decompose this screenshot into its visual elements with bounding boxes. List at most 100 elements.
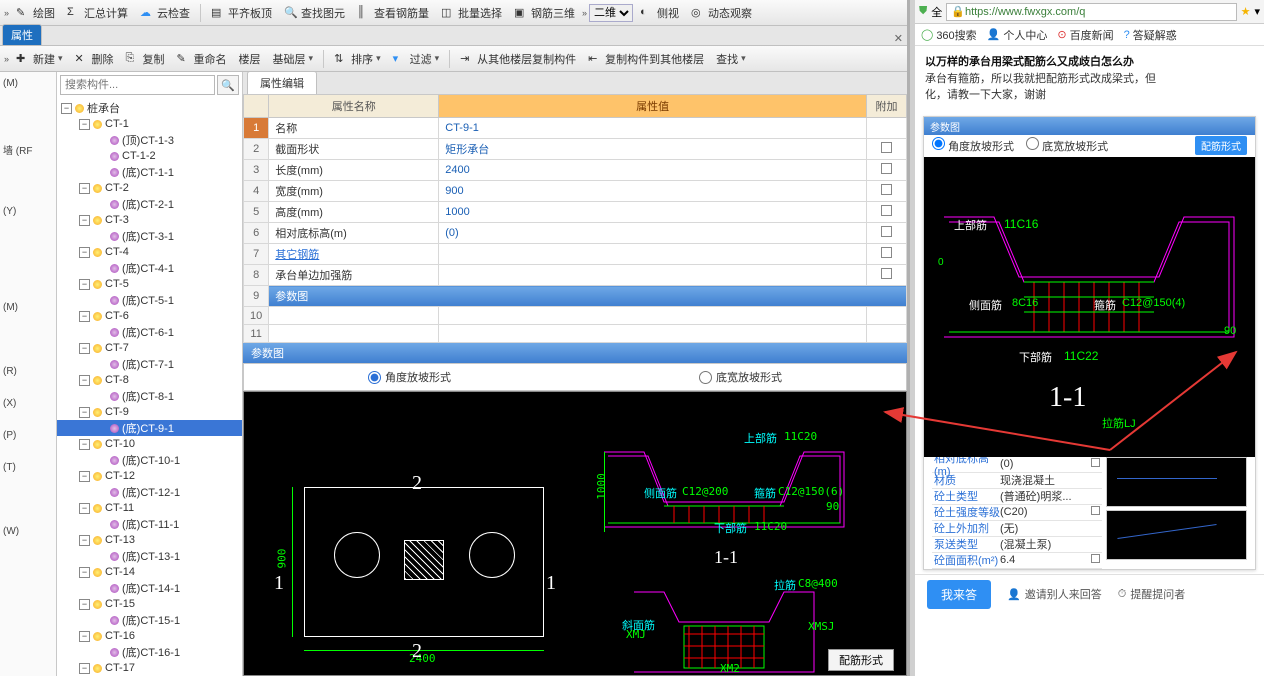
tree-node[interactable]: −CT-1 — [57, 116, 242, 132]
tree-leaf[interactable]: (底)CT-6-1 — [57, 324, 242, 340]
tree-leaf[interactable]: (底)CT-13-1 — [57, 548, 242, 564]
link-qa[interactable]: ?答疑解惑 — [1124, 27, 1177, 43]
btn-find[interactable]: 🔍查找图元 — [279, 2, 350, 24]
tree-node[interactable]: −CT-8 — [57, 372, 242, 388]
btn-orbit[interactable]: ◎动态观察 — [686, 2, 757, 24]
component-tree[interactable]: −桩承台−CT-1(顶)CT-1-3CT-1-2(底)CT-1-1−CT-2(底… — [57, 98, 242, 676]
cat-item[interactable]: (X) — [0, 396, 56, 428]
tree-leaf[interactable]: (底)CT-9-1 — [57, 420, 242, 436]
link-profile[interactable]: 👤个人中心 — [987, 27, 1048, 43]
tree-node[interactable]: −CT-7 — [57, 340, 242, 356]
tree-leaf[interactable]: (底)CT-1-1 — [57, 164, 242, 180]
btn-cloud[interactable]: ☁云检查 — [135, 2, 195, 24]
btn-sum[interactable]: Σ汇总计算 — [62, 2, 133, 24]
cat-item[interactable]: 墙 (RF — [0, 140, 56, 172]
prop-row[interactable]: 1名称CT-9-1 — [244, 118, 907, 139]
link-remind[interactable]: ⏱提醒提问者 — [1118, 586, 1186, 602]
r-radio-angle[interactable]: 角度放坡形式 — [932, 137, 1014, 154]
view-select[interactable]: 二维 — [589, 4, 633, 22]
thumb-1[interactable] — [1106, 457, 1247, 507]
r-prop-row[interactable]: 砼面面积(m²)6.4 — [932, 553, 1102, 569]
tree-leaf[interactable]: (底)CT-16-1 — [57, 644, 242, 660]
tab-property-edit[interactable]: 属性编辑 — [247, 72, 317, 94]
btn-answer[interactable]: 我来答 — [927, 580, 991, 609]
tab-close[interactable]: ✕ — [894, 32, 903, 45]
btn-align[interactable]: ▤平齐板顶 — [206, 2, 277, 24]
tree-node[interactable]: −CT-9 — [57, 404, 242, 420]
tree-node[interactable]: −CT-4 — [57, 244, 242, 260]
tree-node[interactable]: −CT-2 — [57, 180, 242, 196]
cat-item[interactable]: (Y) — [0, 204, 56, 236]
btn-del[interactable]: ✕删除 — [70, 48, 119, 70]
cat-item[interactable]: (W) — [0, 524, 56, 556]
r-prop-row[interactable]: 砼土强度等级(C20) — [932, 505, 1102, 521]
url-field[interactable]: 🔒 https://www.fwxgx.com/q — [946, 3, 1236, 21]
param-canvas[interactable]: 2400 900 2 2 1 1 矩形承台 — [243, 391, 907, 676]
link-360[interactable]: ◯360搜索 — [921, 27, 977, 43]
tree-node[interactable]: −CT-6 — [57, 308, 242, 324]
tree-root[interactable]: −桩承台 — [57, 100, 242, 116]
btn-draw[interactable]: ✎绘图 — [11, 2, 60, 24]
tree-leaf[interactable]: (底)CT-14-1 — [57, 580, 242, 596]
btn-3d[interactable]: ▣钢筋三维 — [509, 2, 580, 24]
tree-node[interactable]: −CT-10 — [57, 436, 242, 452]
tree-node[interactable]: −CT-17 — [57, 660, 242, 676]
search-input[interactable] — [60, 75, 215, 95]
tree-node[interactable]: −CT-11 — [57, 500, 242, 516]
floor-sel[interactable]: 基础层▾ — [268, 48, 319, 70]
toolbar-overflow2[interactable]: » — [582, 8, 587, 18]
r-radio-width[interactable]: 底宽放坡形式 — [1026, 137, 1108, 154]
tree-node[interactable]: −CT-3 — [57, 212, 242, 228]
tree-node[interactable]: −CT-13 — [57, 532, 242, 548]
cat-item[interactable]: (T) — [0, 460, 56, 492]
search-button[interactable]: 🔍 — [217, 75, 239, 95]
tree-node[interactable]: −CT-15 — [57, 596, 242, 612]
tree-leaf[interactable]: (底)CT-7-1 — [57, 356, 242, 372]
btn-copy[interactable]: ⎘复制 — [121, 48, 170, 70]
prop-row[interactable]: 2截面形状矩形承台 — [244, 139, 907, 160]
link-baidu[interactable]: ⊙百度新闻 — [1057, 27, 1113, 43]
tree-node[interactable]: −CT-16 — [57, 628, 242, 644]
btn-rebar[interactable]: ║查看钢筋量 — [352, 2, 434, 24]
tree-leaf[interactable]: (顶)CT-1-3 — [57, 132, 242, 148]
tree-leaf[interactable]: CT-1-2 — [57, 148, 242, 164]
prop-row[interactable]: 9参数图 — [244, 286, 907, 307]
btn-new[interactable]: ✚新建▾ — [11, 48, 68, 70]
tab-attr[interactable]: 属性 — [2, 24, 42, 45]
btn-copyto[interactable]: ⇤复制构件到其他楼层 — [583, 48, 709, 70]
toolbar-overflow[interactable]: » — [4, 8, 9, 18]
btn-rebar-form[interactable]: 配筋形式 — [828, 649, 894, 671]
prop-row[interactable]: 11 — [244, 325, 907, 343]
tree-node[interactable]: −CT-14 — [57, 564, 242, 580]
btn-find2[interactable]: 查找▾ — [711, 48, 751, 70]
btn-filter[interactable]: ▾过滤▾ — [388, 48, 445, 70]
r-prop-row[interactable]: 相对底标高(m)(0) — [932, 457, 1102, 473]
cat-item[interactable]: (M) — [0, 76, 56, 108]
prop-row[interactable]: 3长度(mm)2400 — [244, 160, 907, 181]
prop-row[interactable]: 7其它钢筋 — [244, 244, 907, 265]
thumb-2[interactable] — [1106, 510, 1247, 560]
r-btn-form[interactable]: 配筋形式 — [1195, 136, 1247, 155]
prop-row[interactable]: 5高度(mm)1000 — [244, 202, 907, 223]
prop-row[interactable]: 8承台单边加强筋 — [244, 265, 907, 286]
r-prop-row[interactable]: 砼土类型(普通砼)明浆... — [932, 489, 1102, 505]
btn-sort[interactable]: ⇅排序▾ — [329, 48, 386, 70]
r-prop-row[interactable]: 泵送类型(混凝土泵) — [932, 537, 1102, 553]
btn-copyfrom[interactable]: ⇥从其他楼层复制构件 — [455, 48, 581, 70]
cat-item[interactable]: (P) — [0, 428, 56, 460]
btn-batch[interactable]: ◫批量选择 — [436, 2, 507, 24]
prop-row[interactable]: 4宽度(mm)900 — [244, 181, 907, 202]
tree-leaf[interactable]: (底)CT-11-1 — [57, 516, 242, 532]
r-section-canvas[interactable]: 上部筋 11C16 侧面筋 8C16 箍筋 C12@150(4) 90 下部筋 … — [924, 157, 1255, 457]
tree-leaf[interactable]: (底)CT-2-1 — [57, 196, 242, 212]
dropdown-icon[interactable]: ▾ — [1254, 5, 1260, 18]
radio-width[interactable]: 底宽放坡形式 — [699, 369, 782, 385]
star-icon[interactable]: ★ — [1241, 5, 1251, 18]
cat-item[interactable]: (R) — [0, 364, 56, 396]
tree-leaf[interactable]: (底)CT-12-1 — [57, 484, 242, 500]
tree-node[interactable]: −CT-5 — [57, 276, 242, 292]
tree-leaf[interactable]: (底)CT-4-1 — [57, 260, 242, 276]
tree-node[interactable]: −CT-12 — [57, 468, 242, 484]
btn-side[interactable]: ◐侧视 — [635, 2, 684, 24]
link-invite[interactable]: 👤邀请别人来回答 — [1007, 586, 1102, 602]
